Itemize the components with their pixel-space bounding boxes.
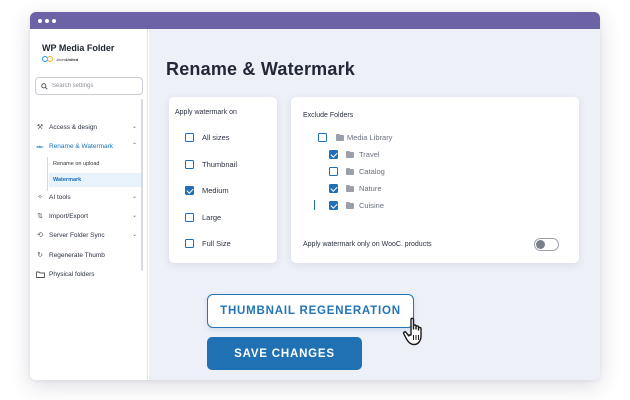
wooc-watermark-label: Apply watermark only on WooC. products [303, 241, 432, 248]
search-input[interactable] [52, 83, 137, 89]
checkbox-catalog[interactable] [329, 167, 338, 176]
option-label-thumbnail: Thumbnail [202, 160, 238, 169]
option-label-all-sizes: All sizes [202, 133, 230, 142]
sparkle-icon: ✧ [37, 194, 43, 201]
apply-watermark-card: Apply watermark on All sizes Thumbnail M… [169, 97, 277, 263]
abc-icon: abc [36, 143, 44, 149]
sidebar-item-server-folder-sync[interactable]: ⟲ Server Folder Sync ⌄ [35, 228, 141, 242]
refresh-icon: ↻ [37, 252, 43, 259]
checkbox-travel[interactable] [329, 150, 338, 159]
sidebar-item-label: Access & design [49, 123, 98, 131]
sidebar-item-label: Server Folder Sync [49, 231, 105, 239]
chevron-down-icon: ⌄ [131, 232, 137, 238]
folder-label-media-library: Media Library [347, 133, 393, 142]
main-content: Rename & Watermark Apply watermark on Al… [149, 29, 600, 380]
brand-title: WP Media Folder [42, 43, 115, 53]
folder-icon [336, 133, 344, 141]
wooc-watermark-toggle[interactable] [534, 238, 559, 251]
joomunited-logo-icon [42, 56, 53, 62]
sidebar-item-import-export[interactable]: ⇅ Import/Export ⌄ [35, 209, 141, 223]
search-icon [41, 82, 48, 90]
folder-icon [346, 167, 354, 175]
option-label-large: Large [202, 213, 222, 222]
folder-icon [346, 201, 354, 209]
option-label-full-size: Full Size [202, 239, 231, 248]
checkbox-large[interactable] [185, 213, 194, 222]
folder-icon [35, 271, 45, 278]
sidebar-item-label: Rename & Watermark [49, 142, 114, 150]
apply-watermark-title: Apply watermark on [175, 109, 237, 116]
page-title: Rename & Watermark [166, 59, 356, 79]
folder-label-cuisine: Cuisine [359, 201, 385, 210]
brand-sub-bold: United [65, 56, 79, 62]
toggle-knob [536, 240, 545, 249]
folder-label-nature: Nature [359, 184, 382, 193]
paint-icon: ⚒ [36, 124, 44, 131]
exclude-folders-title: Exclude Folders [303, 112, 354, 119]
chevron-down-icon: ⌄ [131, 194, 137, 200]
checkbox-nature[interactable] [329, 184, 338, 193]
sidebar-item-access-design[interactable]: ⚒ Access & design ⌄ [35, 120, 141, 134]
folder-icon [346, 184, 354, 192]
chevron-down-icon: ⌄ [131, 124, 137, 130]
brand-logo: JoomUnited [42, 55, 78, 63]
checkbox-medium[interactable] [185, 186, 194, 195]
window-titlebar [30, 12, 600, 29]
checkbox-media-library[interactable] [318, 133, 327, 142]
chevron-down-icon: ⌄ [131, 213, 137, 219]
brand-sub-prefix: Joom [56, 56, 66, 62]
checkbox-all-sizes[interactable] [185, 133, 194, 142]
sidebar-item-physical-folders[interactable]: Physical folders [35, 267, 141, 281]
sidebar: WP Media Folder JoomUnited ⚒ Access & de… [30, 29, 148, 380]
checkbox-cuisine[interactable] [329, 201, 338, 210]
checkbox-full-size[interactable] [185, 239, 194, 248]
submenu-rail [47, 157, 48, 191]
sidebar-scrollbar[interactable] [141, 99, 143, 271]
thumbnail-regeneration-button[interactable]: THUMBNAIL REGENERATION [207, 294, 414, 328]
option-label-medium: Medium [202, 186, 229, 195]
app-window: WP Media Folder JoomUnited ⚒ Access & de… [30, 12, 600, 380]
sidebar-item-label: Import/Export [49, 212, 89, 220]
folder-icon [346, 150, 354, 158]
sync-icon: ⟲ [37, 232, 43, 239]
window-dot-icon[interactable] [45, 19, 49, 23]
sidebar-item-label: AI tools [49, 193, 71, 201]
sidebar-item-regenerate-thumb[interactable]: ↻ Regenerate Thumb [35, 248, 141, 262]
sidebar-subitem-watermark[interactable]: Watermark [49, 173, 141, 187]
window-dot-icon[interactable] [38, 19, 42, 23]
tree-drop-indicator [314, 200, 315, 210]
folder-label-catalog: Catalog [359, 167, 385, 176]
sidebar-item-rename-watermark[interactable]: abc Rename & Watermark ⌃ [35, 139, 141, 153]
exclude-folders-card: Exclude Folders Media Library Travel Cat… [291, 97, 579, 263]
sidebar-item-label: Regenerate Thumb [49, 251, 105, 259]
window-dot-icon[interactable] [52, 19, 56, 23]
hand-pointer-icon [402, 317, 422, 346]
chevron-up-icon: ⌃ [131, 143, 137, 149]
sidebar-item-label: Physical folders [49, 270, 95, 278]
import-export-icon: ⇅ [37, 213, 43, 220]
folder-label-travel: Travel [359, 150, 380, 159]
save-changes-button[interactable]: SAVE CHANGES [207, 337, 362, 370]
checkbox-thumbnail[interactable] [185, 160, 194, 169]
sidebar-subitem-rename-on-upload[interactable]: Rename on upload [49, 157, 141, 171]
sidebar-item-ai-tools[interactable]: ✧ AI tools ⌄ [35, 190, 141, 204]
search-box[interactable] [35, 77, 143, 95]
